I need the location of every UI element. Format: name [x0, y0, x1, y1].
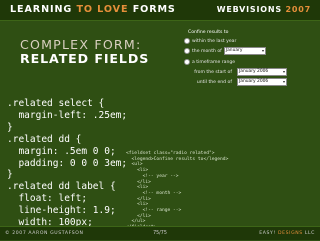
brand-year: 2007 — [285, 5, 311, 14]
company-easy: EASY! — [259, 231, 276, 236]
range-from-row: from the start of January 2006 — [194, 68, 287, 76]
option-range-label: a timeframe range — [192, 59, 236, 65]
until-label: until the end of — [196, 79, 232, 85]
until-select[interactable]: January 2006 — [237, 78, 287, 86]
radio-icon[interactable] — [184, 38, 190, 44]
option-month[interactable]: the month of January — [184, 47, 266, 55]
from-select[interactable]: January 2006 — [237, 68, 287, 76]
css-code-block: .related select { margin-left: .25em; } … — [7, 98, 128, 240]
option-range[interactable]: a timeframe range — [184, 58, 235, 66]
option-month-label: the month of — [192, 48, 222, 54]
title-part-to-love: TO LOVE — [76, 4, 129, 15]
presentation-title: LEARNING TO LOVE FORMS — [10, 4, 176, 15]
footer-bar: © 2007 AARON GUSTAFSON 75/75 EASY! DESIG… — [0, 226, 320, 240]
radio-icon[interactable] — [184, 59, 190, 65]
option-last-year[interactable]: within the last year — [184, 37, 236, 45]
month-select[interactable]: January — [223, 47, 266, 55]
slide-title-line2: RELATED FIELDS — [20, 51, 150, 66]
slide-title-line1: COMPLEX FORM: — [20, 37, 142, 52]
demo-form: Confine results to within the last year … — [180, 30, 320, 112]
form-legend: Confine results to — [188, 30, 229, 35]
title-part-forms: FORMS — [132, 4, 176, 15]
brand-name: WEBVISIONS — [216, 5, 282, 14]
range-until-row: until the end of January 2006 — [194, 78, 287, 86]
radio-icon[interactable] — [184, 48, 190, 54]
event-brand: WEBVISIONS 2007 — [217, 5, 311, 14]
html-code-block: <fieldset class="radio related"> <legend… — [126, 151, 229, 230]
header-bar: LEARNING TO LOVE FORMS WEBVISIONS 2007 — [0, 0, 320, 21]
company-credit: EASY! DESIGNS LLC — [259, 231, 315, 236]
option-last-year-label: within the last year — [192, 38, 237, 44]
title-part-learning: LEARNING — [10, 4, 73, 15]
company-suffix: LLC — [304, 231, 315, 236]
from-label: from the start of — [194, 69, 232, 75]
company-designs: DESIGNS — [277, 231, 303, 236]
